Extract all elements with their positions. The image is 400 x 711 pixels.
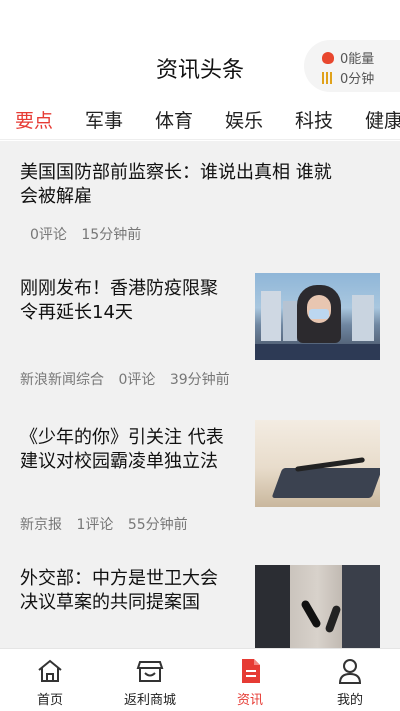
reading-time-icon: [322, 71, 334, 84]
news-title-line: 建议对校园霸凌单独立法: [20, 451, 218, 472]
news-feed: 美国国防部前监察长：谁说出真相 谁就 会被解雇 0评论 15分钟前 刚刚发布！香…: [0, 141, 400, 648]
nav-home-label: 首页: [36, 693, 63, 708]
news-item[interactable]: 《少年的你》引关注 代表 建议对校园霸凌单独立法 新京报 1评论 55分钟前: [0, 406, 400, 551]
news-thumbnail: [255, 273, 380, 360]
bottom-navigation: 首页 返利商城 资讯 我的: [0, 648, 400, 711]
nav-news[interactable]: 资讯: [200, 649, 300, 711]
publish-time: 39分钟前: [169, 372, 230, 388]
tab-highlights[interactable]: 要点: [15, 106, 53, 133]
nav-shop[interactable]: 返利商城: [100, 649, 200, 711]
energy-value: 0能量: [340, 52, 375, 67]
nav-profile-label: 我的: [336, 693, 363, 708]
news-title-line: 决议草案的共同提案国: [20, 592, 200, 613]
comment-count: 0评论: [30, 227, 67, 243]
tab-sports[interactable]: 体育: [155, 106, 193, 133]
publish-time: 15分钟前: [81, 227, 142, 243]
reading-time-row: 0分钟: [322, 68, 374, 87]
news-title-line: 刚刚发布！香港防疫限聚: [20, 278, 218, 299]
news-title-line: 外交部：中方是世卫大会: [20, 568, 218, 589]
energy-widget[interactable]: 0能量 0分钟: [304, 40, 400, 92]
profile-icon: [338, 659, 362, 684]
news-item[interactable]: 美国国防部前监察长：谁说出真相 谁就 会被解雇 0评论 15分钟前: [0, 141, 400, 261]
home-icon: [38, 659, 62, 682]
tab-military[interactable]: 军事: [85, 106, 123, 133]
tab-entertainment[interactable]: 娱乐: [225, 106, 263, 133]
news-thumbnail: [255, 565, 380, 648]
energy-row: 0能量: [322, 48, 374, 67]
nav-news-label: 资讯: [236, 693, 263, 708]
news-meta: 新京报 1评论 55分钟前: [20, 514, 198, 534]
comment-count: 1评论: [76, 517, 114, 533]
news-icon: [242, 659, 260, 683]
nav-home[interactable]: 首页: [0, 649, 100, 711]
reading-time-value: 0分钟: [340, 72, 375, 87]
news-source: 新浪新闻综合: [20, 372, 104, 388]
nav-profile[interactable]: 我的: [300, 649, 400, 711]
news-title-line: 会被解雇: [20, 186, 92, 207]
energy-icon: [322, 51, 334, 64]
news-meta: 0评论 15分钟前: [30, 224, 151, 244]
news-thumbnail: [255, 420, 380, 507]
news-item[interactable]: 外交部：中方是世卫大会 决议草案的共同提案国: [0, 551, 400, 648]
shop-icon: [136, 661, 164, 682]
comment-count: 0评论: [118, 372, 156, 388]
news-meta: 新浪新闻综合 0评论 39分钟前: [20, 369, 240, 389]
top-header: 资讯头条 0能量 0分钟: [0, 0, 400, 100]
category-tabs: 要点 军事 体育 娱乐 科技 健康: [0, 100, 400, 140]
tab-tech[interactable]: 科技: [295, 106, 333, 133]
news-source: 新京报: [20, 517, 62, 533]
news-title-line: 《少年的你》引关注 代表: [20, 427, 224, 448]
nav-shop-label: 返利商城: [123, 693, 176, 708]
news-item[interactable]: 刚刚发布！香港防疫限聚 令再延长14天 新浪新闻综合 0评论 39分钟前: [0, 261, 400, 406]
tab-health[interactable]: 健康: [365, 106, 400, 133]
news-title-line: 美国国防部前监察长：谁说出真相 谁就: [20, 162, 332, 183]
publish-time: 55分钟前: [127, 517, 188, 533]
news-title-line: 令再延长14天: [20, 302, 133, 323]
